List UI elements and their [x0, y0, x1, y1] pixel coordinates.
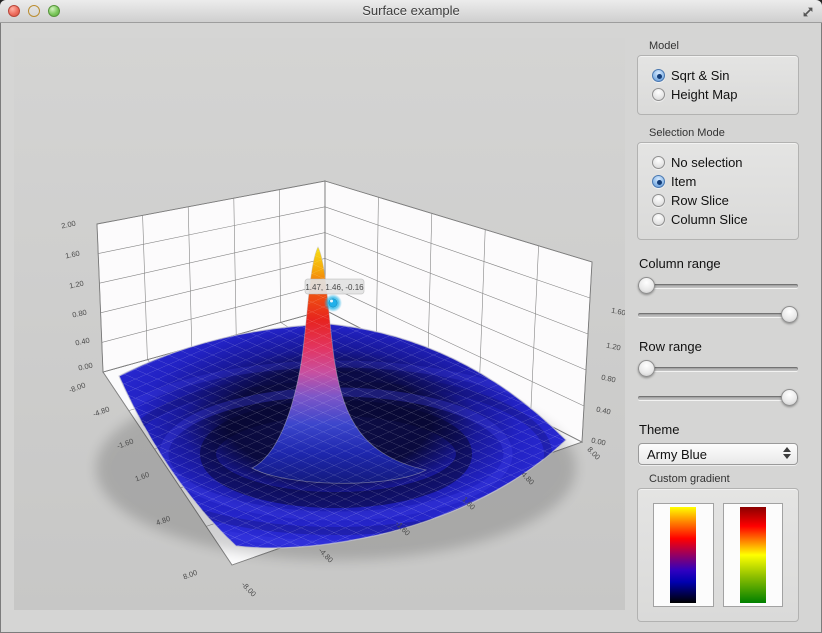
app-window: Surface example — [0, 0, 822, 633]
radio-no-selection[interactable]: No selection — [652, 153, 798, 172]
row-range-max-slider[interactable] — [638, 389, 798, 406]
row-range-min-slider[interactable] — [638, 360, 798, 377]
slider-groove — [638, 313, 798, 317]
theme-label: Theme — [639, 422, 799, 437]
surface-plot[interactable]: 1.47, 1.46, -0.16 2.00 1.60 1.20 0.80 0.… — [14, 38, 625, 610]
radio-unselected-icon — [652, 194, 665, 207]
column-range-min-slider[interactable] — [638, 277, 798, 294]
theme-select[interactable]: Army Blue — [638, 443, 798, 465]
selection-mode-group-title: Selection Mode — [649, 127, 799, 139]
model-groupbox: Sqrt & Sin Height Map — [637, 55, 799, 115]
radio-unselected-icon — [652, 156, 665, 169]
gradient-button-green-yellow-red[interactable] — [723, 503, 784, 607]
arrow-down-icon — [783, 454, 791, 459]
slider-groove — [638, 367, 798, 371]
model-group-title: Model — [649, 40, 799, 52]
gradient-strip-black-blue-red-yellow — [670, 507, 696, 603]
custom-gradient-groupbox — [637, 488, 799, 622]
slider-groove — [638, 284, 798, 288]
titlebar[interactable]: Surface example — [0, 0, 822, 23]
selection-mode-groupbox: No selection Item Row Slice Column Slice — [637, 142, 799, 240]
radio-selected-icon — [652, 175, 665, 188]
row-range-label: Row range — [639, 339, 799, 354]
radio-height-map[interactable]: Height Map — [652, 85, 798, 104]
fullscreen-icon[interactable] — [801, 5, 815, 19]
radio-row-slice[interactable]: Row Slice — [652, 191, 798, 210]
selected-point-highlight — [330, 300, 333, 303]
slider-knob[interactable] — [781, 306, 798, 323]
arrow-up-icon — [783, 447, 791, 452]
theme-selected-value: Army Blue — [647, 447, 707, 462]
selection-label: 1.47, 1.46, -0.16 — [305, 279, 364, 294]
stepper-arrows-icon — [783, 447, 791, 459]
slider-knob[interactable] — [638, 360, 655, 377]
control-panel: Model Sqrt & Sin Height Map Selection Mo… — [637, 40, 799, 622]
column-range-max-slider[interactable] — [638, 306, 798, 323]
slider-knob[interactable] — [638, 277, 655, 294]
gradient-button-black-blue-red-yellow[interactable] — [653, 503, 714, 607]
selection-label-text: 1.47, 1.46, -0.16 — [305, 283, 364, 292]
window-title: Surface example — [0, 3, 822, 18]
slider-knob[interactable] — [781, 389, 798, 406]
column-range-label: Column range — [639, 256, 799, 271]
gradient-strip-green-yellow-red — [740, 507, 766, 603]
selected-point-marker[interactable] — [329, 299, 337, 307]
radio-selected-icon — [652, 69, 665, 82]
custom-gradient-group-title: Custom gradient — [649, 473, 799, 485]
radio-sqrt-sin[interactable]: Sqrt & Sin — [652, 66, 798, 85]
radio-unselected-icon — [652, 213, 665, 226]
radio-item[interactable]: Item — [652, 172, 798, 191]
radio-unselected-icon — [652, 88, 665, 101]
slider-groove — [638, 396, 798, 400]
radio-column-slice[interactable]: Column Slice — [652, 210, 798, 229]
